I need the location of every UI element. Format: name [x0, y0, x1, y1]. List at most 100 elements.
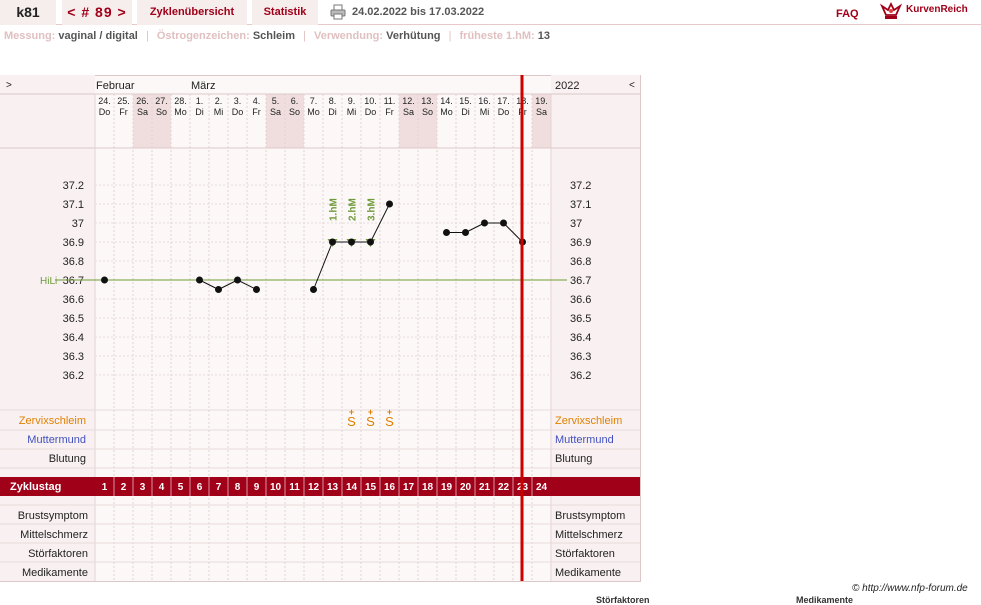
- weekday-label: Mi: [480, 107, 490, 117]
- cycle-day-number: 15: [365, 482, 377, 493]
- high-measurement-label: 3.hM: [367, 198, 378, 221]
- weekday-label: Di: [461, 107, 470, 117]
- weekday-label: Do: [365, 107, 377, 117]
- temp-point: [253, 286, 260, 293]
- cycle-day-number: 7: [216, 482, 222, 493]
- cycle-day-number: 16: [384, 482, 396, 493]
- y-tick-left: 36.6: [63, 294, 84, 306]
- y-tick-left: 36.8: [63, 256, 84, 268]
- weekday-label: So: [422, 107, 433, 117]
- temp-point: [348, 238, 355, 246]
- weekday-label: Do: [232, 107, 244, 117]
- date-label: 8.: [329, 96, 337, 106]
- row-label-blutung: Blutung: [49, 453, 86, 465]
- cycle-day-number: 9: [254, 482, 260, 493]
- date-label: 2.: [215, 96, 223, 106]
- chart-frame: [0, 75, 641, 582]
- y-tick-left: 37: [72, 218, 84, 230]
- row-label-mittel: Mittelschmerz: [20, 529, 88, 541]
- weekday-label: Sa: [137, 107, 148, 117]
- row-label-muttermund: Muttermund: [27, 434, 86, 446]
- y-tick-left: 36.9: [63, 237, 84, 249]
- date-label: 13.: [421, 96, 434, 106]
- cycle-day-number: 19: [441, 482, 453, 493]
- weekday-label: Di: [195, 107, 204, 117]
- y-tick-right: 36.4: [570, 332, 591, 344]
- date-label: 6.: [291, 96, 299, 106]
- weekday-label: Mo: [174, 107, 187, 117]
- month-label: März: [191, 80, 215, 92]
- y-tick-right: 37.2: [570, 180, 591, 192]
- cycle-day-number: 2: [121, 482, 127, 493]
- cycle-day-number: 20: [460, 482, 472, 493]
- y-tick-left: 37.1: [63, 199, 84, 211]
- y-tick-right: 36.3: [570, 351, 591, 363]
- cycle-day-number: 13: [327, 482, 339, 493]
- date-label: 9.: [348, 96, 356, 106]
- temp-point: [101, 276, 108, 284]
- weekday-label: Mo: [440, 107, 453, 117]
- weekday-label: Fr: [385, 107, 394, 117]
- date-label: 19.: [535, 96, 548, 106]
- y-tick-right: 36.7: [570, 275, 591, 287]
- date-label: 7.: [310, 96, 318, 106]
- weekday-label: Mi: [214, 107, 224, 117]
- y-tick-right: 36.9: [570, 237, 591, 249]
- date-label: 28.: [174, 96, 187, 106]
- row-label-brust: Brustsymptom: [18, 510, 88, 522]
- row-label-right-mittel: Mittelschmerz: [555, 529, 623, 541]
- cut-off-label-medikamente: Medikamente: [796, 595, 854, 605]
- cycle-day-number: 22: [498, 482, 510, 493]
- y-tick-left: 37.2: [63, 180, 84, 192]
- weekday-label: Sa: [403, 107, 414, 117]
- temp-point: [196, 276, 203, 284]
- temp-point: [234, 276, 241, 284]
- temp-point: [481, 219, 488, 227]
- cycle-day-number: 11: [289, 482, 300, 493]
- weekday-label: Do: [99, 107, 111, 117]
- date-label: 17.: [497, 96, 510, 106]
- temp-point: [462, 229, 469, 236]
- date-label: 26.: [136, 96, 149, 106]
- date-label: 14.: [440, 96, 453, 106]
- cycle-day-number: 24: [536, 482, 548, 493]
- temp-point: [310, 286, 317, 293]
- date-label: 3.: [234, 96, 242, 106]
- date-label: 24.: [98, 96, 111, 106]
- y-tick-left: 36.7: [63, 275, 84, 287]
- y-tick-right: 37.1: [570, 199, 591, 211]
- temp-point: [443, 229, 450, 236]
- cycle-day-number: 6: [197, 482, 203, 493]
- high-measurement-label: 2.hM: [348, 198, 359, 221]
- mucus-symbol: S: [385, 414, 394, 429]
- temp-point: [215, 286, 222, 293]
- y-tick-right: 36.6: [570, 294, 591, 306]
- date-label: 10.: [364, 96, 377, 106]
- cycle-day-number: 10: [270, 482, 282, 493]
- temp-point: [329, 238, 336, 246]
- weekday-label: Fr: [119, 107, 128, 117]
- cycle-day-number: 1: [102, 482, 108, 493]
- date-label: 5.: [272, 96, 280, 106]
- cycle-day-number: 3: [140, 482, 146, 493]
- row-label-stoer: Störfaktoren: [28, 548, 88, 560]
- month-label: Februar: [96, 80, 135, 92]
- date-label: 11.: [384, 96, 396, 106]
- weekday-label: So: [289, 107, 300, 117]
- temp-point: [500, 219, 507, 227]
- cycle-day-number: 8: [235, 482, 241, 493]
- date-label: 25.: [117, 96, 130, 106]
- cycle-day-number: 4: [159, 482, 165, 493]
- row-label-right-brust: Brustsymptom: [555, 510, 625, 522]
- row-label-right-blutung: Blutung: [555, 453, 592, 465]
- weekday-label: Mi: [347, 107, 357, 117]
- credit-text: © http://www.nfp-forum.de: [852, 583, 968, 594]
- y-tick-right: 36.8: [570, 256, 591, 268]
- weekday-label: Mo: [307, 107, 320, 117]
- y-tick-left: 36.4: [63, 332, 84, 344]
- row-label-right-muttermund: Muttermund: [555, 434, 614, 446]
- row-label-right-stoer: Störfaktoren: [555, 548, 615, 560]
- cycle-day-number: 12: [308, 482, 320, 493]
- weekday-label: Fr: [252, 107, 261, 117]
- cut-off-label-stoerfaktoren: Störfaktoren: [596, 595, 650, 605]
